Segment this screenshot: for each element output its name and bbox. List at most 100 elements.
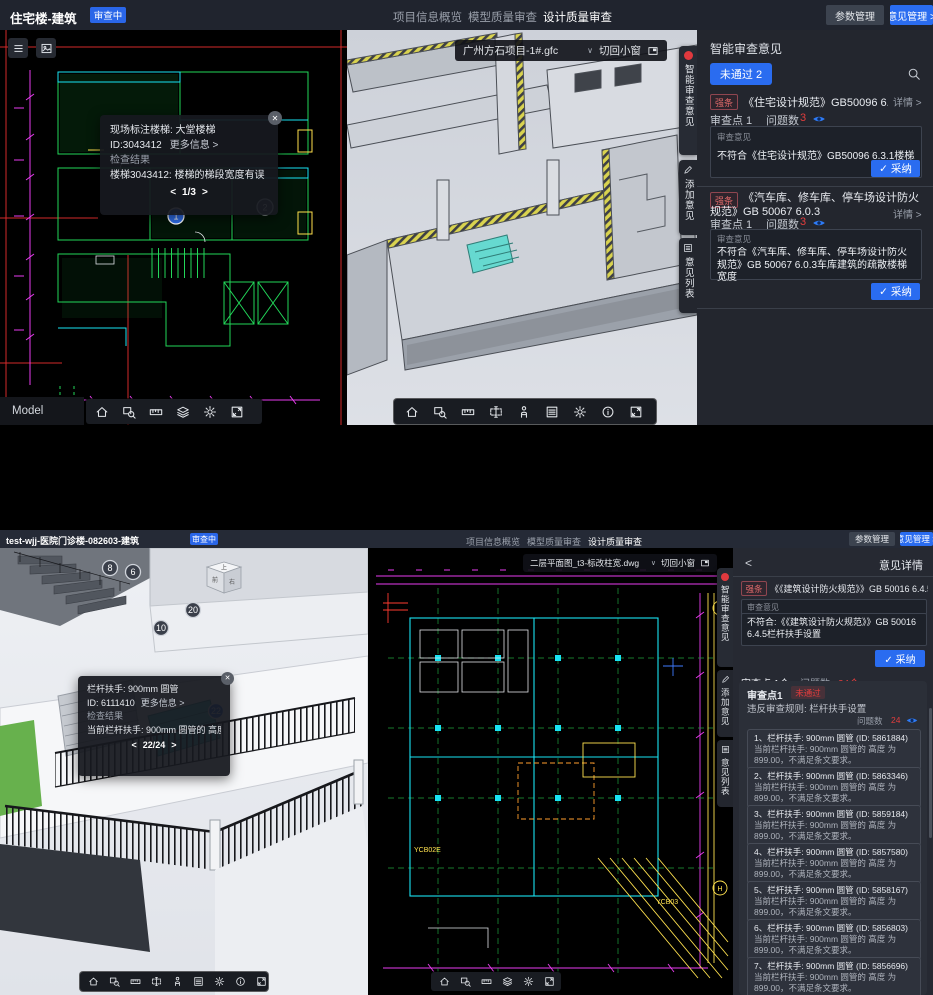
info-icon[interactable] [595, 402, 620, 422]
side-tab-smart-review[interactable]: 智能审查意见 [717, 568, 733, 667]
pager-prev-icon[interactable]: < [170, 185, 176, 200]
problem-item[interactable]: 1、栏杆扶手: 900mm 圆管 (ID: 5861884) 当前栏杆扶手: 9… [747, 729, 921, 770]
eye-icon[interactable] [812, 114, 826, 124]
params-button[interactable]: 参数管理 [826, 5, 884, 25]
accept-button[interactable]: ✓ 采纳 [875, 650, 925, 667]
model-viewer-bottom[interactable]: 上 前 右 8 6 20 10 22 ✕ 栏杆扶手: 900mm 圆管 ID: … [0, 548, 368, 995]
chevron-down-icon[interactable]: ∨ [587, 46, 593, 55]
issues-label: 问题数 [857, 715, 883, 727]
close-icon[interactable]: ✕ [221, 672, 234, 685]
pager-next-icon[interactable]: > [202, 185, 208, 200]
walk-mode-icon[interactable] [168, 974, 187, 990]
component-list-icon[interactable] [539, 402, 564, 422]
fullscreen-icon[interactable] [252, 974, 271, 990]
more-info-link[interactable]: 更多信息 > [141, 697, 185, 711]
layers-icon[interactable] [171, 402, 195, 422]
measure-icon[interactable] [455, 402, 480, 422]
problem-item[interactable]: 7、栏杆扶手: 900mm 圆管 (ID: 5856696) 当前栏杆扶手: 9… [747, 957, 921, 995]
top-app: 住宅楼-建筑 审查中 项目信息概览 模型质量审查 设计质量审查 参数管理 意见管… [0, 0, 933, 425]
opinion-text[interactable]: 不符合:《《建筑设计防火规范》》GB 50016 6.4.5栏杆扶手设置 [747, 617, 921, 640]
marker-20[interactable]: 20 [188, 605, 198, 615]
model-viewer-top[interactable]: 广州方石项目-1#.gfc ∨ 切回小窗 [347, 30, 697, 425]
side-tab-add-opinion[interactable]: 添加意见 [679, 160, 697, 235]
side-tab-add-opinion[interactable]: 添加意见 [717, 670, 733, 737]
section-box-icon[interactable] [147, 974, 166, 990]
fullscreen-icon[interactable] [540, 974, 559, 990]
back-button[interactable]: < [745, 556, 752, 570]
walk-mode-icon[interactable] [511, 402, 536, 422]
tab-model-quality[interactable]: 模型质量审查 [468, 9, 537, 25]
zoom-select-icon[interactable] [456, 974, 475, 990]
side-tab-opinion-list[interactable]: 意见列表 [717, 740, 733, 807]
nav-cube-right[interactable]: 右 [229, 578, 235, 586]
section-box-icon[interactable] [483, 402, 508, 422]
side-tab-opinion-list[interactable]: 意见列表 [679, 238, 697, 313]
settings-icon[interactable] [198, 402, 222, 422]
cad-viewer-top[interactable]: 1 2 ✕ 现场标注楼梯: 大堂楼梯 ID:3043412 更多信息 > 检查结… [0, 30, 347, 425]
info-icon[interactable] [231, 974, 250, 990]
tab-design-quality[interactable]: 设计质量审查 [543, 9, 612, 25]
accept-button[interactable]: ✓ 采纳 [871, 283, 920, 300]
home-icon[interactable] [84, 974, 103, 990]
opinion-text[interactable]: 不符合《汽车库、修车库、停车场设计防火规范》GB 50067 6.0.3车库建筑… [717, 247, 915, 285]
window-icon[interactable] [700, 558, 710, 568]
home-icon[interactable] [435, 974, 454, 990]
cad-label: YCB02E [414, 847, 441, 854]
zoom-select-icon[interactable] [117, 402, 141, 422]
zoom-select-icon[interactable] [427, 402, 452, 422]
tab-model-quality[interactable]: 模型质量审查 [527, 535, 581, 548]
settings-icon[interactable] [519, 974, 538, 990]
tooltip-id: ID:3043412 [110, 138, 162, 153]
home-icon[interactable] [399, 402, 424, 422]
settings-icon[interactable] [567, 402, 592, 422]
params-button[interactable]: 参数管理 [849, 532, 895, 546]
detail-link[interactable]: 详情 > [893, 94, 922, 109]
zoom-select-icon[interactable] [105, 974, 124, 990]
problem-item[interactable]: 6、栏杆扶手: 900mm 圆管 (ID: 5856803) 当前栏杆扶手: 9… [747, 919, 921, 960]
fullscreen-icon[interactable] [623, 402, 648, 422]
switch-small-window[interactable]: 切回小窗 [599, 43, 641, 58]
model-tab[interactable]: Model [0, 397, 84, 425]
eye-icon[interactable] [812, 218, 826, 228]
chevron-down-icon[interactable]: ∨ [651, 559, 656, 567]
tab-design-quality[interactable]: 设计质量审查 [588, 535, 642, 548]
cad-viewer-bottom[interactable]: H H YCB03 YCB02E 二层平面图_t3-标改柱宽.dwg ∨ 切回小… [368, 548, 733, 995]
window-icon[interactable] [647, 45, 659, 57]
tab-project-info[interactable]: 项目信息概览 [393, 9, 462, 25]
switch-small-window[interactable]: 切回小窗 [661, 557, 695, 569]
side-tab-smart-review[interactable]: 智能审查意见 [679, 46, 697, 155]
problem-item[interactable]: 2、栏杆扶手: 900mm 圆管 (ID: 5863346) 当前栏杆扶手: 9… [747, 767, 921, 808]
fullscreen-icon[interactable] [225, 402, 249, 422]
more-info-link[interactable]: 更多信息 > [170, 138, 219, 153]
tab-project-info[interactable]: 项目信息概览 [466, 535, 520, 548]
panel-scrollbar[interactable] [929, 708, 932, 838]
detail-link[interactable]: 详情 > [893, 206, 922, 221]
measure-icon[interactable] [126, 974, 145, 990]
nav-cube-front[interactable]: 前 [212, 576, 218, 584]
layers-icon[interactable] [498, 974, 517, 990]
settings-icon[interactable] [210, 974, 229, 990]
layers-menu-button[interactable] [8, 38, 28, 58]
opinions-button[interactable]: 意见管理 > [890, 5, 933, 25]
close-icon[interactable]: ✕ [268, 111, 282, 125]
measure-icon[interactable] [144, 402, 168, 422]
pager-next-icon[interactable]: > [171, 739, 176, 753]
search-icon[interactable] [906, 66, 922, 82]
marker-8[interactable]: 8 [107, 563, 112, 573]
home-icon[interactable] [90, 402, 114, 422]
accept-button[interactable]: ✓ 采纳 [871, 160, 920, 177]
problem-item[interactable]: 4、栏杆扶手: 900mm 圆管 (ID: 5857580) 当前栏杆扶手: 9… [747, 843, 921, 884]
problem-title: 7、栏杆扶手: 900mm 圆管 (ID: 5856696) [754, 961, 914, 972]
drawing-thumbnail-button[interactable] [36, 38, 56, 58]
problem-item[interactable]: 3、栏杆扶手: 900mm 圆管 (ID: 5859184) 当前栏杆扶手: 9… [747, 805, 921, 846]
problem-item[interactable]: 5、栏杆扶手: 900mm 圆管 (ID: 5858167) 当前栏杆扶手: 9… [747, 881, 921, 922]
nav-cube-top[interactable]: 上 [221, 564, 227, 572]
opinions-button[interactable]: 意见管理 > [900, 532, 933, 546]
component-list-icon[interactable] [189, 974, 208, 990]
pager-prev-icon[interactable]: < [131, 739, 136, 753]
marker-6[interactable]: 6 [130, 567, 135, 577]
filter-failed-button[interactable]: 未通过 2 [710, 63, 772, 85]
eye-icon[interactable] [906, 716, 918, 725]
marker-10[interactable]: 10 [156, 623, 166, 633]
measure-icon[interactable] [477, 974, 496, 990]
